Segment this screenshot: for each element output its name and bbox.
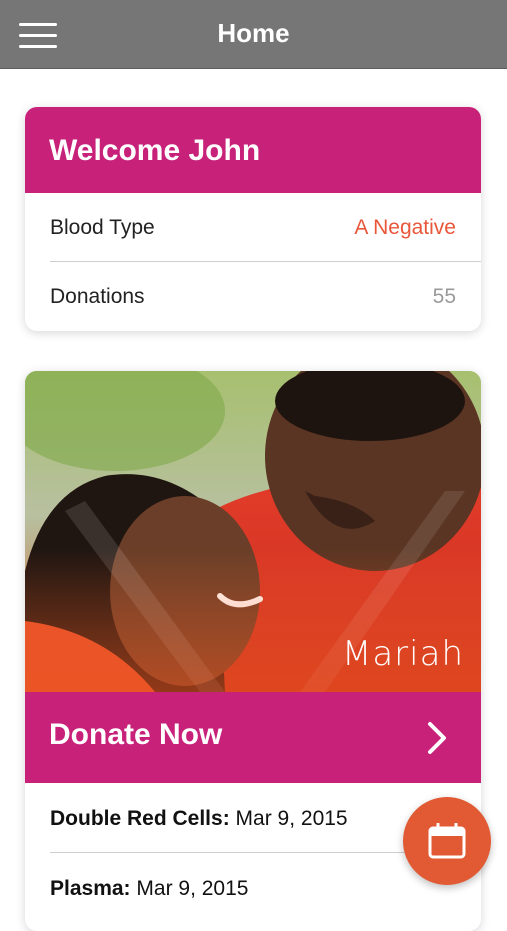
chevron-right-icon [428, 722, 446, 754]
calendar-icon [428, 823, 466, 859]
page-title: Home [217, 18, 290, 48]
donations-count: 55 [432, 285, 456, 308]
donation-date: Mar 9, 2015 [235, 807, 348, 830]
welcome-card: Welcome John Blood Type A Negative Donat… [25, 107, 481, 331]
donate-now-button[interactable]: Donate Now [25, 692, 481, 783]
donation-type-label: Double Red Cells: [50, 807, 230, 830]
donation-type-label: Plasma: [50, 877, 131, 900]
blood-type-label: Blood Type [50, 216, 155, 239]
blood-type-value: A Negative [354, 216, 456, 239]
donations-label: Donations [50, 285, 145, 308]
hero-image: Mariah [25, 371, 481, 692]
donate-now-label: Donate Now [49, 718, 223, 751]
donations-row: Donations 55 [25, 262, 481, 331]
donation-date: Mar 9, 2015 [136, 877, 249, 900]
blood-type-row: Blood Type A Negative [25, 193, 481, 262]
hero-caption: Mariah [342, 634, 464, 674]
top-app-bar: Home [0, 0, 507, 69]
schedule-appointment-button[interactable] [403, 797, 491, 885]
welcome-title: Welcome John [25, 107, 481, 193]
